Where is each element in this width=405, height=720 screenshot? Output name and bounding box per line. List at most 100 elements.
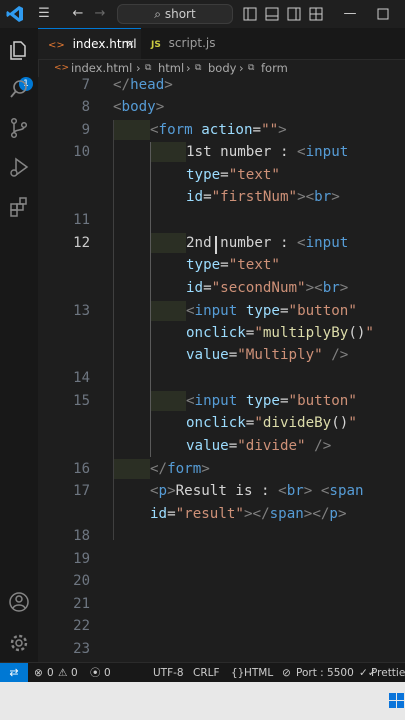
toggle-sidebar-icon[interactable] [243,7,257,21]
line-number: 11 [73,212,90,228]
close-tab-icon[interactable]: × [125,29,135,60]
code-line[interactable]: onclick="divideBy()" [186,415,357,431]
warnings-icon[interactable]: ⚠ [58,663,67,683]
code-token: < [186,303,195,319]
code-editor[interactable]: 7 8 9 10 11 12 13 14 15 16 17 18 19 20 2… [38,77,405,662]
maximize-icon[interactable] [377,8,389,20]
code-token: "Multiply" [237,347,323,363]
chevron-right-icon: › [239,61,244,75]
code-line[interactable]: value="Multiply" /> [186,347,348,363]
code-line[interactable]: type="text" [186,257,280,273]
code-token: "text" [228,257,280,273]
explorer-files-icon[interactable] [8,39,30,61]
code-token: p [158,483,168,499]
errors-icon[interactable]: ⊗ [34,663,43,683]
code-token: < [297,144,306,160]
settings-gear-icon[interactable] [8,632,30,654]
extensions-icon[interactable] [8,196,30,218]
code-line[interactable]: value="divide" /> [186,438,331,454]
line-number: 19 [73,551,90,567]
search-activity-icon[interactable] [8,78,30,100]
html-file-icon: <> [48,40,65,51]
warnings-count[interactable]: 0 [71,663,78,683]
code-line[interactable]: type="text" [186,167,280,183]
code-token: value [186,347,229,363]
breadcrumb-item-body[interactable]: body [208,59,236,77]
code-token: "button" [288,303,357,319]
js-file-icon: JS [151,40,161,50]
code-line[interactable]: <body> [113,99,164,115]
code-token: 2nd number : [186,235,298,251]
indent-guide [113,120,114,540]
encoding[interactable]: UTF-8 [153,663,184,683]
code-line[interactable]: 2nd number : <input [186,235,348,251]
code-token: type [245,303,280,319]
code-token: < [186,393,195,409]
code-token: < [150,122,159,138]
code-token: ></ [243,506,270,522]
back-arrow-icon[interactable]: ← [70,6,86,22]
code-token: = [203,189,212,205]
windows-start-icon[interactable] [389,693,405,709]
language-mode[interactable]: HTML [244,663,273,683]
line-ending[interactable]: CRLF [193,663,220,683]
indent-highlight [150,233,186,253]
code-token: " [365,325,374,341]
line-number: 8 [81,99,90,115]
code-token: input [194,393,238,409]
breadcrumb-item-form[interactable]: form [261,59,288,77]
code-token: = [220,167,229,183]
vscode-logo-icon[interactable] [6,5,24,23]
menu-icon[interactable]: ☰ [36,6,52,22]
tab-index-html[interactable]: <> index.html × [38,28,141,59]
ports-icon[interactable]: ⦿ [90,663,101,683]
code-line[interactable]: <input type="button" [186,303,357,319]
code-token: < [150,483,159,499]
source-control-icon[interactable] [8,117,30,139]
code-line[interactable]: <form action=""> [150,122,287,138]
code-token: br [314,189,332,205]
code-token: input [194,303,238,319]
live-server-port[interactable]: Port : 5500 [296,663,354,683]
language-braces-icon[interactable]: {} [231,663,244,683]
code-token: >< [305,280,323,296]
code-line[interactable]: <input type="button" [186,393,357,409]
code-line[interactable]: id="secondNum"><br> [186,280,348,296]
tab-script-js[interactable]: JS script.js [141,28,241,59]
code-line[interactable]: </head> [113,77,173,93]
code-token: = [167,506,176,522]
run-debug-icon[interactable] [8,156,30,178]
breadcrumb-item-html[interactable]: html [158,59,184,77]
forward-arrow-icon[interactable]: → [92,6,108,22]
code-line[interactable]: id="firstNum"><br> [186,189,340,205]
title-bar: ☰ ← → ⌕ short — [0,0,405,29]
toggle-secondary-sidebar-icon[interactable] [287,7,301,21]
code-token: > [164,77,173,93]
code-token: ></ [303,506,330,522]
minimize-icon[interactable]: — [342,6,358,22]
live-server-icon[interactable]: ⊘ [282,663,291,683]
breadcrumb-file-icon: <> [54,63,70,73]
code-line[interactable]: onclick="multiplyBy()" [186,325,374,341]
line-number: 16 [73,461,90,477]
code-token: < [113,99,122,115]
code-line[interactable]: </form> [150,461,210,477]
code-line[interactable]: 1st number : <input [186,144,348,160]
layout-icon[interactable] [309,7,323,21]
code-line[interactable]: <p>Result is : <br> <span [150,483,364,499]
errors-count[interactable]: 0 [47,663,54,683]
breadcrumb-item-file[interactable]: index.html [71,59,132,77]
search-text: short [164,7,196,21]
remote-indicator-icon[interactable]: ⇄ [0,663,28,683]
code-token: input [305,144,349,160]
code-token: "" [261,122,279,138]
code-token: value [186,438,229,454]
toggle-panel-icon[interactable] [265,7,279,21]
command-search-box[interactable]: ⌕ short [117,4,233,24]
line-number: 10 [73,144,90,160]
prettier-status[interactable]: Prettier [371,663,405,683]
code-line[interactable]: id="result"></span></p> [150,506,347,522]
accounts-icon[interactable] [8,591,30,613]
ports-count[interactable]: 0 [104,663,111,683]
